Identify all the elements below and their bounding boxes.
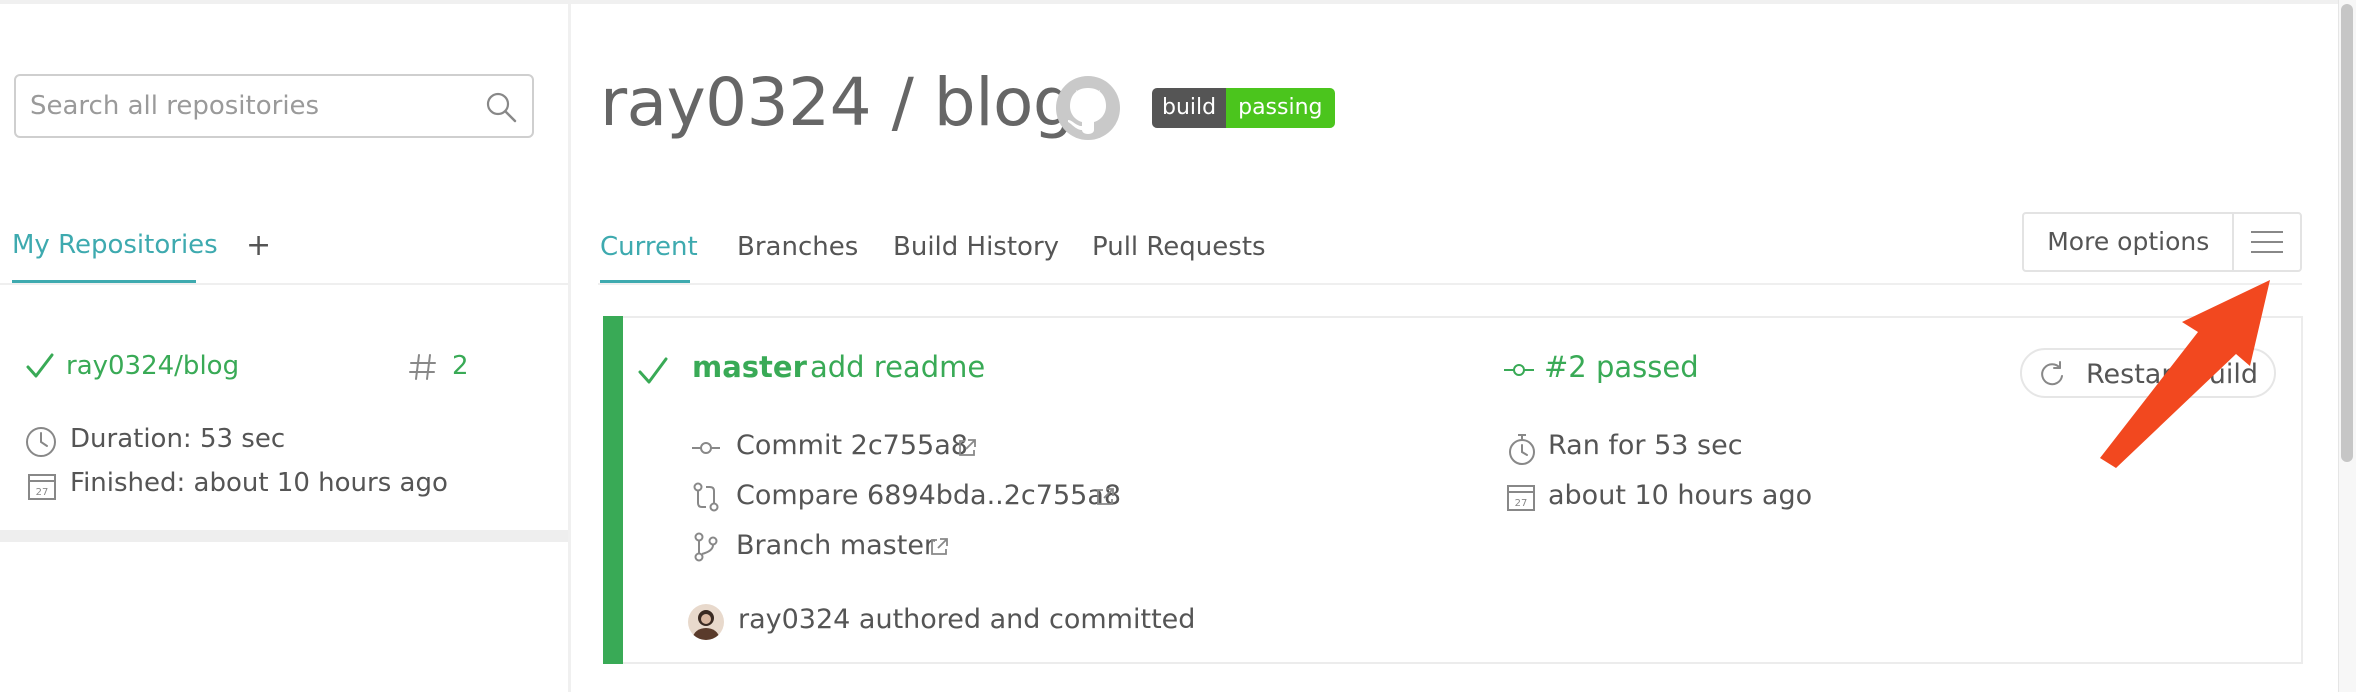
svg-text:27: 27 (36, 487, 49, 498)
finished-text: Finished: about 10 hours ago (70, 468, 448, 498)
github-icon[interactable] (1054, 74, 1122, 142)
annotation-arrow (2100, 280, 2270, 468)
repo-link[interactable]: ray0324/blog (66, 351, 239, 381)
build-number-link[interactable]: 2 (452, 351, 469, 381)
main-tabs-divider (598, 283, 2302, 285)
calendar-icon: 27 (28, 474, 56, 500)
tab-my-repositories[interactable]: My Repositories (12, 230, 218, 260)
sidebar-separator (0, 530, 568, 542)
hash-icon (409, 354, 436, 380)
stopwatch-icon (1509, 434, 1535, 465)
compare-link[interactable]: Compare 6894bda..2c755a8 (736, 480, 1121, 511)
search-icon[interactable] (484, 90, 518, 124)
tab-current[interactable]: Current (600, 232, 698, 262)
check-icon (26, 353, 54, 378)
commit-message: add readme (810, 350, 986, 384)
commit-link[interactable]: Commit 2c755a8 (736, 430, 968, 461)
commit-icon (692, 442, 720, 454)
tab-pull-requests[interactable]: Pull Requests (1092, 232, 1266, 262)
build-status-link[interactable]: #2 passed (1544, 350, 1699, 384)
badge-status: passing (1226, 88, 1335, 128)
build-status-stripe (603, 316, 623, 664)
branch-link[interactable]: Branch master (736, 530, 935, 561)
page-title: ray0324 / blog (600, 64, 1075, 141)
menu-icon[interactable] (2251, 228, 2284, 256)
search-box (14, 74, 534, 138)
sidebar-divider (568, 4, 571, 692)
commit-icon (1504, 364, 1534, 376)
clock-icon (26, 427, 56, 457)
finished-ago-text: about 10 hours ago (1548, 480, 1813, 511)
avatar (688, 604, 724, 640)
sidebar-tabs-divider (0, 283, 568, 285)
duration-text: Duration: 53 sec (70, 424, 286, 454)
external-link-icon[interactable] (928, 536, 950, 558)
build-branch-name[interactable]: master (692, 350, 807, 384)
ran-for-text: Ran for 53 sec (1548, 430, 1743, 461)
compare-icon (693, 482, 719, 512)
add-repository-button[interactable]: + (246, 228, 271, 263)
author-text: ray0324 authored and committed (738, 604, 1196, 635)
badge-label: build (1152, 88, 1227, 128)
search-input[interactable] (30, 76, 470, 136)
calendar-icon: 27 (1507, 485, 1535, 511)
branch-icon (694, 532, 718, 562)
restart-icon (2041, 361, 2063, 386)
build-status-badge[interactable]: build passing (1152, 88, 1335, 128)
tab-build-history[interactable]: Build History (893, 232, 1059, 262)
svg-text:27: 27 (1515, 498, 1528, 509)
check-icon (638, 357, 668, 384)
external-link-icon[interactable] (956, 437, 978, 459)
tab-branches[interactable]: Branches (737, 232, 858, 262)
external-link-icon[interactable] (1094, 486, 1116, 508)
scrollbar-thumb[interactable] (2341, 4, 2353, 462)
